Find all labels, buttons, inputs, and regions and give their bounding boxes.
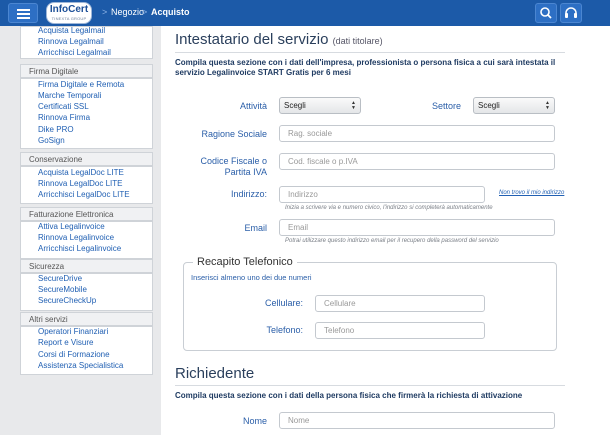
email-label: Email bbox=[244, 223, 267, 233]
sidebar-item-gosign[interactable]: GoSign bbox=[38, 136, 65, 145]
cellulare-input[interactable]: Cellulare bbox=[315, 295, 485, 312]
sidebar-item-assistenza-specialistica[interactable]: Assistenza Specialistica bbox=[38, 361, 123, 370]
sidebar-item-arricchisci-legalinvoice[interactable]: Arricchisci Legalinvoice bbox=[38, 244, 121, 253]
menu-icon-bar bbox=[17, 17, 30, 19]
sidebar-item-rinnova-firma[interactable]: Rinnova Firma bbox=[38, 113, 90, 122]
email-hint: Potrai utilizzare questo indirizzo email… bbox=[285, 238, 499, 244]
select-arrows-icon: ▲ ▼ bbox=[545, 100, 550, 111]
sidebar-heading-sicurezza: Sicurezza bbox=[20, 259, 153, 273]
nome-label: Nome bbox=[242, 416, 267, 426]
codice-fiscale-label-line1: Codice Fiscale o bbox=[200, 156, 267, 166]
search-icon bbox=[540, 7, 552, 19]
sidebar-item-securedrive[interactable]: SecureDrive bbox=[38, 274, 82, 283]
sidebar-item-rinnova-legaldoc[interactable]: Rinnova LegalDoc LITE bbox=[38, 179, 123, 188]
sidebar-item-securecheckup[interactable]: SecureCheckUp bbox=[38, 296, 96, 305]
sidebar-item-acquista-legaldoc[interactable]: Acquista LegalDoc LITE bbox=[38, 168, 124, 177]
sidebar-item-marche-temporali[interactable]: Marche Temporali bbox=[38, 91, 101, 100]
menu-icon bbox=[17, 9, 30, 11]
logo-text: InfoCert bbox=[49, 4, 89, 15]
settore-select[interactable]: Scegli ▲ ▼ bbox=[473, 97, 555, 114]
sidebar-item-corsi-formazione[interactable]: Corsi di Formazione bbox=[38, 350, 110, 359]
sidebar-item-acquista-legalmail[interactable]: Acquista Legalmail bbox=[38, 26, 105, 35]
section-subtitle: (dati titolare) bbox=[332, 36, 383, 46]
breadcrumb-separator: > bbox=[142, 7, 148, 17]
headset-icon bbox=[565, 7, 577, 18]
select-arrows-icon: ▲ ▼ bbox=[351, 100, 356, 111]
sidebar-heading-conservazione: Conservazione bbox=[20, 152, 153, 166]
divider bbox=[175, 385, 565, 386]
infocert-logo[interactable]: InfoCert TINEXTA GROUP bbox=[46, 2, 92, 24]
sidebar-item-rinnova-legalinvoice[interactable]: Rinnova Legalinvoice bbox=[38, 233, 114, 242]
indirizzo-input[interactable]: Indirizzo bbox=[279, 186, 485, 203]
ragione-sociale-label: Ragione Sociale bbox=[201, 129, 267, 139]
sidebar-heading-altri-servizi: Altri servizi bbox=[20, 312, 153, 326]
sidebar-item-certificati-ssl[interactable]: Certificati SSL bbox=[38, 102, 89, 111]
sidebar-item-rinnova-legalmail[interactable]: Rinnova Legalmail bbox=[38, 37, 104, 46]
indirizzo-hint: Inizia a scrivere via e numero civico, l… bbox=[285, 205, 493, 211]
recapito-hint: Inserisci almeno uno dei due numeri bbox=[191, 273, 312, 282]
telefono-label: Telefono: bbox=[266, 325, 303, 335]
sidebar-item-report-visure[interactable]: Report e Visure bbox=[38, 338, 93, 347]
settore-selected-value: Scegli bbox=[478, 101, 500, 110]
codice-fiscale-label-line2: Partita IVA bbox=[224, 167, 267, 177]
telefono-input[interactable]: Telefono bbox=[315, 322, 485, 339]
sidebar-item-arricchisci-legalmail[interactable]: Arricchisci Legalmail bbox=[38, 48, 111, 57]
divider bbox=[175, 52, 565, 53]
section-title-intestatario: Intestatario del servizio (dati titolare… bbox=[175, 31, 383, 48]
recapito-legend: Recapito Telefonico bbox=[193, 256, 297, 268]
sidebar-item-dike-pro[interactable]: Dike PRO bbox=[38, 125, 74, 134]
attivita-label: Attività bbox=[239, 101, 267, 111]
section-title-richiedente: Richiedente bbox=[175, 365, 255, 382]
search-button[interactable] bbox=[535, 3, 557, 23]
sidebar-item-firma-digitale-remota[interactable]: Firma Digitale e Remota bbox=[38, 80, 124, 89]
top-bar: InfoCert TINEXTA GROUP > Negozio > Acqui… bbox=[0, 0, 610, 26]
sidebar: Acquista Legalmail Rinnova Legalmail Arr… bbox=[20, 26, 153, 435]
sidebar-item-securemobile[interactable]: SecureMobile bbox=[38, 285, 87, 294]
breadcrumb-acquisto: Acquisto bbox=[151, 7, 190, 17]
codice-fiscale-input[interactable]: Cod. fiscale o p.IVA bbox=[279, 153, 555, 170]
indirizzo-label: Indirizzo: bbox=[230, 189, 267, 199]
attivita-selected-value: Scegli bbox=[284, 101, 306, 110]
support-button[interactable] bbox=[560, 3, 582, 23]
section-intro-richiedente: Compila questa sezione con i dati della … bbox=[175, 391, 523, 400]
settore-label: Settore bbox=[431, 101, 461, 111]
address-not-found-link[interactable]: Non trovo il mio indirizzo bbox=[499, 190, 564, 196]
sidebar-heading-firma-digitale: Firma Digitale bbox=[20, 64, 153, 78]
attivita-select[interactable]: Scegli ▲ ▼ bbox=[279, 97, 361, 114]
breadcrumb-separator: > bbox=[102, 7, 108, 17]
section-title-text: Intestatario del servizio bbox=[175, 31, 329, 48]
ragione-sociale-input[interactable]: Rag. sociale bbox=[279, 125, 555, 142]
logo-subtext: TINEXTA GROUP bbox=[51, 16, 87, 21]
section-intro-intestatario: Compila questa sezione con i dati dell'i… bbox=[175, 58, 556, 77]
cellulare-label: Cellulare: bbox=[264, 298, 303, 308]
main-form: Intestatario del servizio (dati titolare… bbox=[161, 26, 610, 435]
breadcrumb-negozio[interactable]: Negozio bbox=[111, 7, 144, 17]
menu-icon-bar bbox=[17, 13, 30, 15]
nome-input[interactable]: Nome bbox=[279, 412, 555, 429]
sidebar-item-attiva-legalinvoice[interactable]: Attiva Legalinvoice bbox=[38, 222, 105, 231]
sidebar-item-arricchisci-legaldoc[interactable]: Arricchisci LegalDoc LITE bbox=[38, 190, 130, 199]
menu-button[interactable] bbox=[8, 3, 38, 23]
sidebar-heading-fatturazione: Fatturazione Elettronica bbox=[20, 207, 153, 221]
sidebar-item-operatori-finanziari[interactable]: Operatori Finanziari bbox=[38, 327, 108, 336]
email-input[interactable]: Email bbox=[279, 219, 555, 236]
